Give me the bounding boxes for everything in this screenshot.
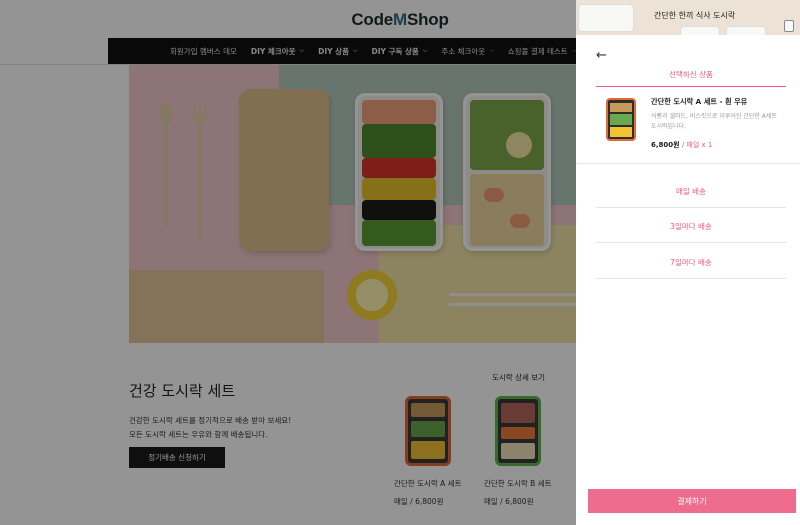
delivery-option-every-3-days[interactable]: 3일마다 배송	[596, 213, 786, 243]
checkout-drawer: 간단한 한끼 식사 도시락 ← 선택하신 상품 간단한 도시락 A 세트 - 흰…	[576, 0, 800, 525]
section-divider	[576, 163, 800, 164]
selected-product-price: 6,800원	[651, 141, 680, 149]
selected-product-description: 식빵과 샐러드, 비스킷으로 이루어진 간단한 A세트 도시락입니다.	[651, 113, 777, 130]
delivery-option-every-7-days[interactable]: 7일마다 배송	[596, 249, 786, 279]
header-box-decor	[726, 26, 766, 35]
drawer-header-image: 간단한 한끼 식사 도시락	[576, 0, 800, 35]
header-box-decor	[680, 26, 720, 35]
drawer-header-title: 간단한 한끼 식사 도시락	[654, 11, 736, 20]
selected-product-price-line: 6,800원 / 매일 x 1	[651, 140, 712, 150]
selected-product-item: 간단한 도시락 A 세트 - 흰 우유 식빵과 샐러드, 비스킷으로 이루어진 …	[606, 97, 781, 149]
window-icon[interactable]	[784, 20, 794, 32]
tab-selected-products[interactable]: 선택하신 상품	[596, 64, 786, 87]
delivery-option-daily[interactable]: 매일 배송	[596, 178, 786, 208]
header-box-decor	[578, 4, 634, 32]
selected-product-image	[606, 98, 636, 141]
arrow-left-icon[interactable]: ←	[596, 48, 607, 63]
selected-product-frequency: / 매일 x 1	[679, 141, 713, 149]
checkout-button[interactable]: 결제하기	[588, 489, 796, 513]
selected-product-name: 간단한 도시락 A 세트 - 흰 우유	[651, 97, 748, 106]
